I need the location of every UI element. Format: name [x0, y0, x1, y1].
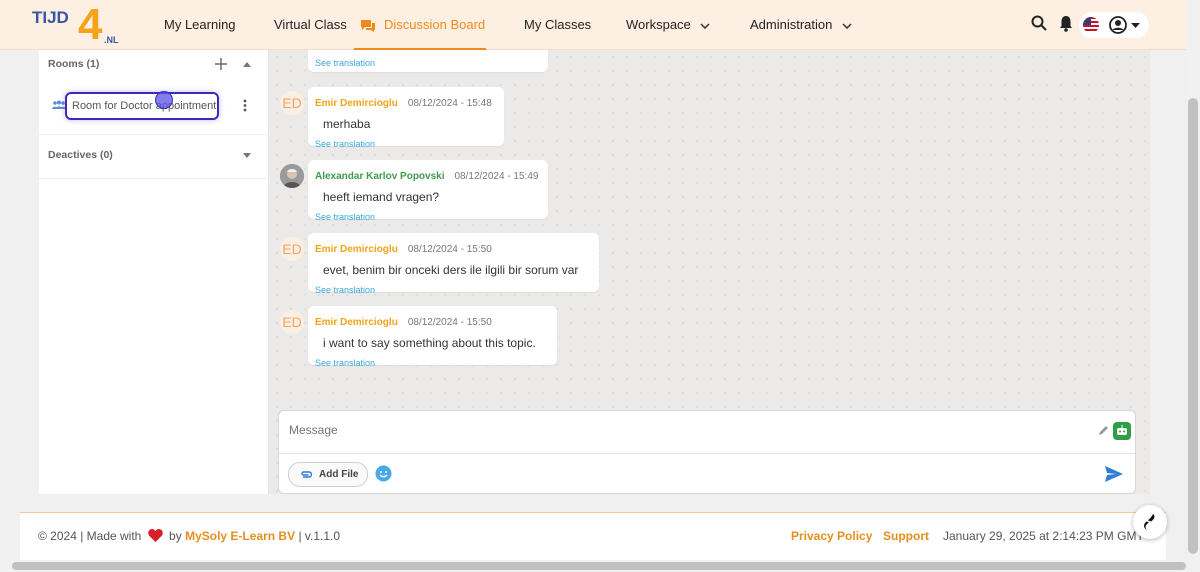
scrollbar-thumb[interactable]: [1188, 98, 1198, 554]
nav-my-classes[interactable]: My Classes: [524, 0, 591, 50]
footer-datetime: January 29, 2025 at 2:14:23 PM GMT: [943, 529, 1144, 543]
bell-icon[interactable]: [1059, 15, 1073, 32]
sender-name[interactable]: Emir Demircioglu: [315, 98, 398, 109]
message-time: 08/12/2024 - 15:50: [407, 244, 492, 255]
sender-name[interactable]: Emir Demircioglu: [315, 317, 398, 328]
deactives-header[interactable]: Deactives (0): [39, 149, 269, 173]
robot-icon: [1117, 425, 1127, 435]
language-user-menu[interactable]: [1079, 12, 1149, 38]
nav-workspace[interactable]: Workspace: [626, 0, 710, 50]
message-text: heeft iemand vragen?: [323, 190, 440, 204]
message-bubble: See translation: [308, 50, 548, 72]
user-photo-avatar: [280, 164, 304, 188]
add-file-button[interactable]: Add File: [288, 462, 368, 487]
support-link[interactable]: Support: [883, 529, 929, 543]
footer: © 2024 | Made with by MySoly E-Learn BV …: [20, 512, 1166, 560]
horizontal-scrollbar[interactable]: [0, 560, 1200, 572]
rooms-sidebar: Rooms (1) Room for Doctor appointment De…: [39, 50, 269, 494]
see-translation-link[interactable]: See translation: [315, 139, 496, 149]
message-text: i want to say something about this topic…: [323, 336, 536, 350]
search-icon[interactable]: [1031, 15, 1047, 31]
message-composer: Add File: [278, 410, 1136, 494]
pen-icon[interactable]: [1097, 425, 1109, 437]
divider: [39, 134, 269, 135]
add-room-icon[interactable]: [215, 58, 227, 70]
sender-name[interactable]: Alexandar Karlov Popovski: [315, 171, 445, 182]
see-translation-link[interactable]: See translation: [315, 58, 540, 68]
message-bubble: Emir Demircioglu 08/12/2024 - 15:48 merha…: [308, 87, 504, 149]
vertical-scrollbar[interactable]: [1186, 0, 1200, 560]
message-bubble: Alexandar Karlov Popovski 08/12/2024 - 15…: [308, 160, 548, 222]
brush-icon: [1144, 514, 1156, 530]
sender-initials-avatar: ED: [280, 237, 304, 261]
svg-text:4: 4: [78, 3, 103, 45]
floating-action-button[interactable]: [1133, 505, 1167, 539]
emoji-icon[interactable]: [375, 465, 392, 482]
person-photo-icon: [280, 164, 304, 188]
collapse-rooms-icon[interactable]: [243, 62, 251, 67]
nav-virtual-class[interactable]: Virtual Class: [274, 0, 347, 50]
see-translation-link[interactable]: See translation: [315, 358, 549, 368]
message-time: 08/12/2024 - 15:48: [407, 98, 492, 109]
privacy-policy-link[interactable]: Privacy Policy: [791, 529, 872, 543]
chat-icon: [361, 19, 375, 32]
bot-icon[interactable]: [1113, 422, 1131, 440]
nav-administration[interactable]: Administration: [750, 0, 852, 50]
heart-icon: [147, 529, 163, 542]
svg-text:TIJD: TIJD: [32, 8, 69, 27]
send-icon[interactable]: [1105, 466, 1123, 482]
brand-link[interactable]: MySoly E-Learn BV: [185, 529, 295, 543]
top-navbar: TIJD 4 .NL My Learning Virtual Class Dis…: [0, 0, 1186, 50]
more-options-icon[interactable]: [243, 99, 247, 112]
message-bubble: Emir Demircioglu 08/12/2024 - 15:50 i wan…: [308, 306, 557, 368]
version-text: | v.1.1.0: [298, 529, 341, 543]
paperclip-icon: [301, 471, 312, 478]
rooms-header: Rooms (1): [39, 58, 269, 82]
sender-initials-avatar: ED: [280, 91, 304, 115]
user-avatar-icon: [1109, 16, 1127, 34]
tijd4-logo[interactable]: TIJD 4 .NL: [30, 3, 122, 45]
room-item[interactable]: Room for Doctor appointment: [65, 92, 219, 120]
rooms-label: Rooms (1): [48, 58, 100, 70]
nav-discussion-board[interactable]: Discussion Board: [354, 0, 486, 50]
see-translation-link[interactable]: See translation: [315, 212, 540, 222]
see-translation-link[interactable]: See translation: [315, 285, 591, 295]
us-flag-icon: [1083, 17, 1099, 33]
composer-divider: [279, 453, 1135, 454]
footer-copyright: © 2024 | Made with by MySoly E-Learn BV …: [38, 529, 341, 543]
divider: [39, 178, 269, 179]
chevron-down-icon: [842, 23, 852, 29]
sender-initials-avatar: ED: [280, 310, 304, 334]
svg-text:.NL: .NL: [104, 35, 119, 45]
message-time: 08/12/2024 - 15:50: [407, 317, 492, 328]
message-input[interactable]: [289, 423, 1089, 437]
group-icon: [52, 100, 66, 109]
cursor-indicator: [155, 91, 173, 109]
nav-my-learning[interactable]: My Learning: [164, 0, 236, 50]
expand-deactives-icon[interactable]: [243, 153, 251, 158]
message-text: evet, benim bir onceki ders ile ilgili b…: [323, 263, 579, 277]
caret-down-icon: [1131, 23, 1140, 28]
chevron-down-icon: [700, 23, 710, 29]
message-text: merhaba: [323, 117, 371, 131]
scrollbar-thumb[interactable]: [12, 562, 1186, 570]
message-time: 08/12/2024 - 15:49: [454, 171, 539, 182]
sender-name[interactable]: Emir Demircioglu: [315, 244, 398, 255]
message-bubble: Emir Demircioglu 08/12/2024 - 15:50 evet,…: [308, 233, 599, 295]
